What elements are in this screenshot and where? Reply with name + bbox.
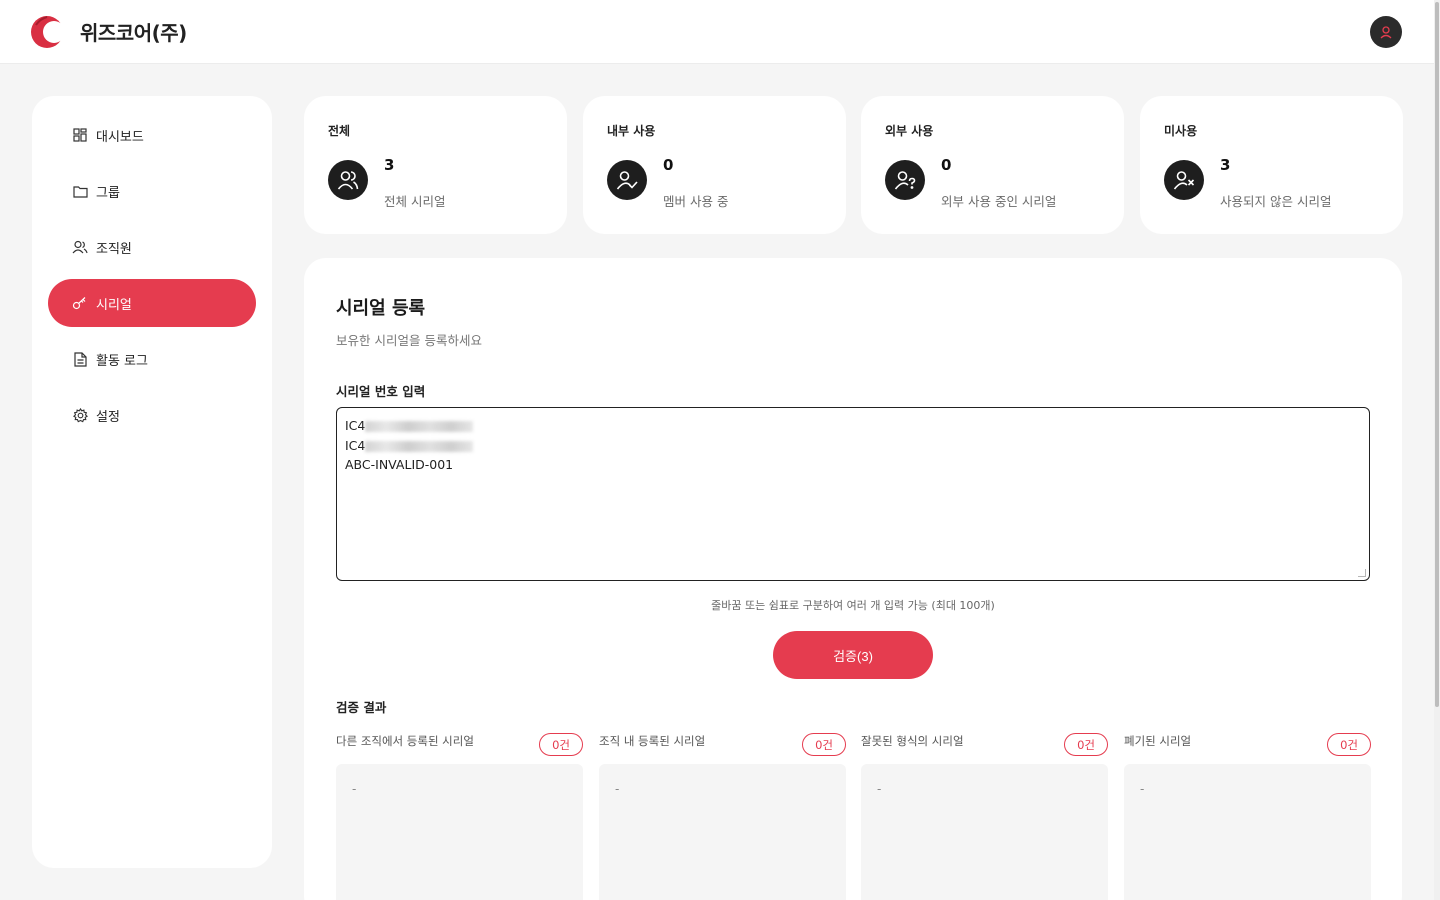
users-icon (72, 239, 88, 255)
stat-title: 전체 (328, 124, 351, 138)
redacted-text (365, 421, 474, 432)
sidebar-item-serial[interactable]: 시리얼 (48, 279, 256, 327)
verify-button[interactable]: 검증(3) (773, 631, 933, 679)
resize-handle-icon[interactable] (1358, 569, 1366, 577)
result-label: 폐기된 시리얼 (1124, 734, 1192, 748)
user-x-icon (1164, 160, 1204, 200)
key-icon (72, 295, 88, 311)
stat-description: 멤버 사용 중 (663, 194, 729, 209)
count-badge: 0건 (539, 733, 583, 756)
user-icon (1380, 26, 1392, 39)
result-list: - (1124, 764, 1371, 900)
document-icon (72, 351, 88, 367)
page-subtitle: 보유한 시리얼을 등록하세요 (336, 333, 482, 348)
serial-input-label: 시리얼 번호 입력 (336, 384, 426, 399)
sidebar-item-label: 그룹 (96, 185, 120, 201)
result-column-other-org: 다른 조직에서 등록된 시리얼 0건 - (336, 730, 583, 900)
result-label: 잘못된 형식의 시리얼 (861, 734, 964, 748)
result-label: 조직 내 등록된 시리얼 (599, 734, 706, 748)
top-header: 위즈코어(주) (0, 0, 1434, 64)
count-badge: 0건 (1064, 733, 1108, 756)
user-avatar[interactable] (1370, 16, 1402, 48)
stat-value: 3 (1220, 156, 1231, 174)
stat-title: 내부 사용 (607, 124, 656, 138)
sidebar-item-dashboard[interactable]: 대시보드 (48, 111, 256, 159)
stat-card-internal: 내부 사용 0 멤버 사용 중 (583, 96, 846, 234)
serial-input-textarea[interactable]: IC4 IC4 ABC-INVALID-001 (336, 407, 1370, 581)
sidebar-item-settings[interactable]: 설정 (48, 391, 256, 439)
crescent-logo-icon[interactable] (30, 15, 65, 49)
sidebar: 대시보드 그룹 조직원 시리얼 활동 로그 설정 (32, 96, 272, 868)
serial-line: IC4 (345, 416, 1361, 436)
gear-icon (72, 407, 88, 423)
company-name: 위즈코어(주) (80, 21, 187, 45)
serial-line: IC4 (345, 436, 1361, 456)
stat-description: 전체 시리얼 (384, 194, 446, 209)
stat-value: 3 (384, 156, 395, 174)
page-scrollbar-thumb[interactable] (1435, 2, 1439, 707)
stat-card-total: 전체 3 전체 시리얼 (304, 96, 567, 234)
sidebar-item-label: 시리얼 (96, 297, 132, 313)
sidebar-item-members[interactable]: 조직원 (48, 223, 256, 271)
sidebar-item-activity-log[interactable]: 활동 로그 (48, 335, 256, 383)
folder-icon (72, 183, 88, 199)
stat-title: 미사용 (1164, 124, 1198, 138)
user-check-icon (607, 160, 647, 200)
sidebar-item-label: 활동 로그 (96, 353, 148, 369)
sidebar-item-label: 조직원 (96, 241, 132, 257)
stat-value: 0 (941, 156, 952, 174)
dashboard-grid-icon (72, 127, 88, 143)
sidebar-item-label: 대시보드 (96, 129, 144, 145)
users-icon (328, 160, 368, 200)
stat-value: 0 (663, 156, 674, 174)
stat-title: 외부 사용 (885, 124, 934, 138)
stat-description: 외부 사용 중인 시리얼 (941, 194, 1057, 209)
serial-line: ABC-INVALID-001 (345, 457, 454, 472)
stat-card-unused: 미사용 3 사용되지 않은 시리얼 (1140, 96, 1403, 234)
user-question-icon (885, 160, 925, 200)
serial-register-panel: 시리얼 등록 보유한 시리얼을 등록하세요 시리얼 번호 입력 IC4 IC4 … (304, 258, 1402, 900)
sidebar-item-label: 설정 (96, 409, 120, 425)
result-list: - (599, 764, 846, 900)
result-label: 다른 조직에서 등록된 시리얼 (336, 734, 474, 748)
result-column-invalid-format: 잘못된 형식의 시리얼 0건 - (861, 730, 1108, 900)
count-badge: 0건 (1327, 733, 1371, 756)
stat-description: 사용되지 않은 시리얼 (1220, 194, 1332, 209)
sidebar-item-group[interactable]: 그룹 (48, 167, 256, 215)
redacted-text (365, 440, 474, 452)
result-column-discarded: 폐기된 시리얼 0건 - (1124, 730, 1371, 900)
results-title: 검증 결과 (336, 700, 387, 715)
result-column-in-org: 조직 내 등록된 시리얼 0건 - (599, 730, 846, 900)
result-list: - (861, 764, 1108, 900)
stat-card-external: 외부 사용 0 외부 사용 중인 시리얼 (861, 96, 1124, 234)
page-title: 시리얼 등록 (336, 298, 426, 319)
count-badge: 0건 (802, 733, 846, 756)
input-hint: 줄바꿈 또는 쉼표로 구분하여 여러 개 입력 가능 (최대 100개) (711, 599, 995, 612)
result-list: - (336, 764, 583, 900)
